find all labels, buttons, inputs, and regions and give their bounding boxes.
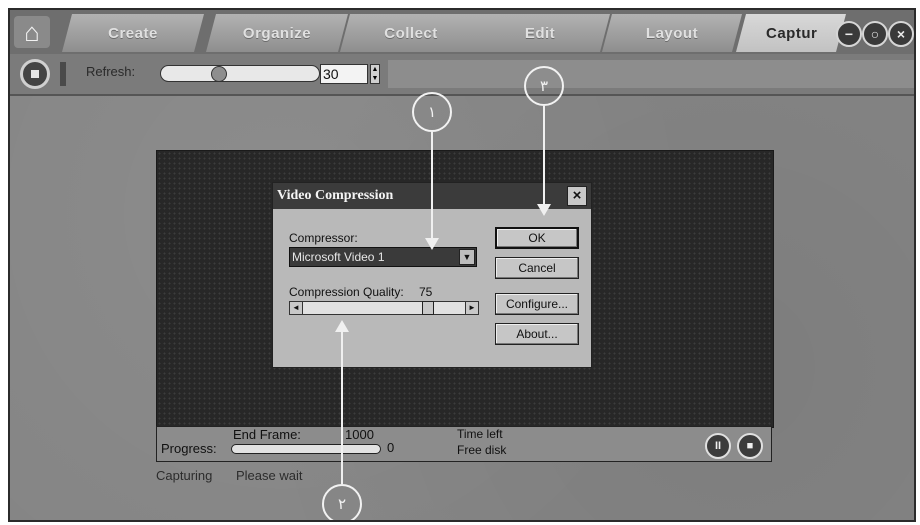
close-window-icon[interactable]: ×	[888, 21, 914, 47]
pause-icon: II	[714, 440, 722, 452]
about-button[interactable]: About...	[495, 323, 579, 345]
mode-tab-bar: ⌂ Create Organize Collect Edit Layout Ca…	[10, 10, 914, 54]
cancel-button[interactable]: Cancel	[495, 257, 579, 279]
capture-status-message: Please wait	[236, 468, 303, 483]
app-window: ⌂ Create Organize Collect Edit Layout Ca…	[8, 8, 916, 522]
stop-icon	[31, 70, 39, 78]
tab-capture[interactable]: Captur	[736, 14, 846, 52]
compressor-value: Microsoft Video 1	[292, 250, 385, 264]
minimize-icon[interactable]: −	[836, 21, 862, 47]
callout-1: ١	[412, 92, 452, 132]
progress-label: Progress:	[161, 441, 217, 456]
quality-slider[interactable]: ◄ ►	[289, 301, 479, 315]
progress-value: 0	[387, 440, 395, 455]
time-left-label: Time left	[457, 427, 503, 441]
compressor-label: Compressor:	[289, 231, 358, 245]
restore-icon[interactable]: ○	[862, 21, 888, 47]
callout-2: ٢	[322, 484, 362, 520]
capture-toolbar: Refresh: 30 ▲ ▼	[10, 54, 914, 96]
callout-1-arrow	[425, 132, 439, 250]
refresh-spinner[interactable]: ▲ ▼	[370, 64, 380, 84]
refresh-label: Refresh:	[86, 64, 136, 79]
home-icon[interactable]: ⌂	[14, 16, 50, 48]
refresh-slider[interactable]	[160, 65, 320, 82]
tab-collect[interactable]: Collect	[340, 14, 482, 52]
configure-button[interactable]: Configure...	[495, 293, 579, 315]
capture-progress-panel: Progress: End Frame: 1000 0 Time left Fr…	[156, 426, 772, 462]
tab-edit[interactable]: Edit	[470, 14, 610, 52]
stop-capture-button[interactable]	[20, 59, 50, 89]
compressor-select[interactable]: Microsoft Video 1 ▼	[289, 247, 477, 267]
callout-2-arrow	[335, 320, 349, 484]
free-disk-label: Free disk	[457, 443, 507, 457]
pause-button[interactable]: II	[705, 433, 731, 459]
quality-slider-thumb[interactable]	[422, 301, 434, 315]
tab-organize[interactable]: Organize	[206, 14, 348, 52]
quality-label: Compression Quality:	[289, 285, 404, 299]
tab-create[interactable]: Create	[62, 14, 204, 52]
callout-3-arrow	[537, 106, 551, 216]
ok-button[interactable]: OK	[495, 227, 579, 249]
end-frame-value: 1000	[345, 427, 374, 442]
close-icon[interactable]: ×	[567, 186, 587, 206]
end-frame-label: End Frame:	[233, 427, 301, 442]
progress-track	[231, 444, 381, 454]
chevron-down-icon[interactable]: ▼	[459, 249, 475, 265]
scroll-left-icon[interactable]: ◄	[290, 302, 303, 314]
toolbar-panel	[388, 60, 914, 88]
refresh-slider-knob[interactable]	[211, 66, 227, 82]
scroll-right-icon[interactable]: ►	[465, 302, 478, 314]
toolbar-divider	[60, 62, 66, 86]
tab-layout[interactable]: Layout	[602, 14, 742, 52]
quality-value: 75	[419, 285, 433, 299]
capture-status: Capturing	[156, 468, 213, 483]
callout-3: ٣	[524, 66, 564, 106]
stop-icon: ■	[746, 440, 754, 452]
dialog-title: Video Compression	[277, 188, 394, 203]
refresh-value-input[interactable]: 30	[320, 64, 368, 84]
stop-button[interactable]: ■	[737, 433, 763, 459]
